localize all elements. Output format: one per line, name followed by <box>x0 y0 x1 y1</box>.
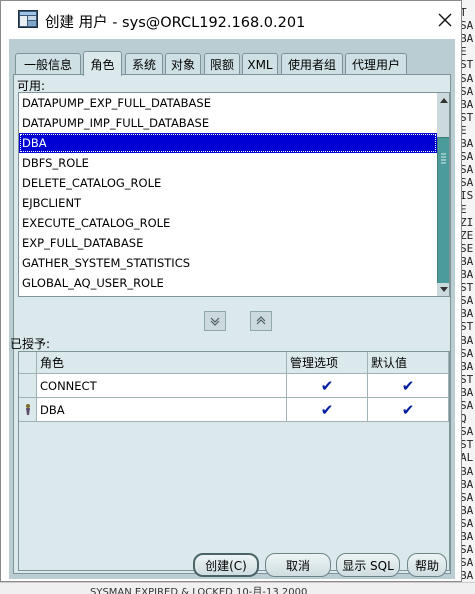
checkmark-icon: ✔ <box>320 376 334 395</box>
available-roles-items: DATAPUMP_EXP_FULL_DATABASE DATAPUMP_IMP_F… <box>19 93 437 293</box>
close-button[interactable] <box>431 7 459 33</box>
tab-proxy-users[interactable]: 代理用户 <box>345 53 407 75</box>
column-header-role[interactable]: 角色 <box>37 352 287 374</box>
list-item[interactable]: DELETE_CATALOG_ROLE <box>19 173 437 193</box>
available-roles-list[interactable]: DATAPUMP_EXP_FULL_DATABASE DATAPUMP_IMP_F… <box>18 92 450 297</box>
scroll-up-arrow-icon <box>439 97 448 103</box>
scroll-thumb[interactable] <box>437 137 449 287</box>
checkmark-icon: ✔ <box>320 400 334 419</box>
row-header[interactable] <box>19 374 37 398</box>
available-list-scrollbar[interactable] <box>437 93 449 296</box>
chevron-up-icon <box>256 316 266 325</box>
scroll-down-arrow-icon <box>439 286 448 292</box>
create-user-dialog: 创建 用户 - sys@ORCL192.168.0.201 一般信息 角色 系统… <box>0 0 462 582</box>
table-cell-role[interactable]: DBA <box>37 398 287 422</box>
table-cell-role[interactable]: CONNECT <box>37 374 287 398</box>
close-icon <box>438 13 452 27</box>
list-item[interactable]: DBA <box>19 133 437 153</box>
tab-quotas[interactable]: 限额 <box>204 53 240 75</box>
list-item[interactable]: GLOBAL_AQ_USER_ROLE <box>19 273 437 293</box>
list-item[interactable]: DBFS_ROLE <box>19 153 437 173</box>
title-bar[interactable]: 创建 用户 - sys@ORCL192.168.0.201 <box>1 1 461 39</box>
granted-label: 已授予: <box>10 337 51 351</box>
table-cell-default[interactable]: ✔ <box>368 398 449 422</box>
checkmark-icon: ✔ <box>401 400 415 419</box>
list-item[interactable]: EJBCLIENT <box>19 193 437 213</box>
row-header-current[interactable] <box>19 398 37 422</box>
tab-roles[interactable]: 角色 <box>83 51 122 76</box>
list-item[interactable]: EXECUTE_CATALOG_ROLE <box>19 213 437 233</box>
dialog-client-area: 一般信息 角色 系统 对象 限额 XML 使用者组 代理用户 可用: DATAP… <box>9 39 455 579</box>
table-cell-admin-option[interactable]: ✔ <box>287 398 368 422</box>
list-item[interactable]: DATAPUMP_IMP_FULL_DATABASE <box>19 113 437 133</box>
tab-objects[interactable]: 对象 <box>165 53 201 75</box>
cancel-button[interactable]: 取消 <box>265 553 331 577</box>
tab-xml[interactable]: XML <box>242 53 278 75</box>
table-cell-default[interactable]: ✔ <box>368 374 449 398</box>
grant-role-button[interactable] <box>204 311 226 331</box>
list-item[interactable]: GATHER_SYSTEM_STATISTICS <box>19 253 437 273</box>
grip-icon <box>441 153 446 164</box>
corner-header-cell <box>19 352 37 374</box>
column-header-default[interactable]: 默认值 <box>368 352 449 374</box>
create-button[interactable]: 创建(C) <box>193 553 259 577</box>
tab-system[interactable]: 系统 <box>125 53 163 75</box>
help-button[interactable]: 帮助 <box>407 553 447 577</box>
window-title: 创建 用户 - sys@ORCL192.168.0.201 <box>45 15 306 31</box>
tab-consumer-groups[interactable]: 使用者组 <box>281 53 343 75</box>
checkmark-icon: ✔ <box>401 376 415 395</box>
table-cell-admin-option[interactable]: ✔ <box>287 374 368 398</box>
background-status-text: SYSMAN EXPIRED & LOCKED 10-月-13 2000 <box>0 582 475 594</box>
granted-roles-table: 角色 管理选项 默认值 CONNECT ✔ ✔ DBA ✔ ✔ <box>18 351 450 571</box>
list-item[interactable]: DATAPUMP_EXP_FULL_DATABASE <box>19 93 437 113</box>
column-header-admin-option[interactable]: 管理选项 <box>287 352 368 374</box>
show-sql-button[interactable]: 显示 SQL <box>336 553 400 577</box>
list-item[interactable]: EXP_FULL_DATABASE <box>19 233 437 253</box>
revoke-role-button[interactable] <box>250 311 272 331</box>
chevron-down-icon <box>210 317 220 326</box>
scroll-down-button[interactable] <box>437 283 449 296</box>
tab-general[interactable]: 一般信息 <box>15 53 81 75</box>
app-window-icon <box>18 10 38 28</box>
roles-panel: 可用: DATAPUMP_EXP_FULL_DATABASE DATAPUMP_I… <box>10 74 451 574</box>
current-row-pencil-icon <box>25 403 30 415</box>
scroll-up-button[interactable] <box>437 93 449 106</box>
